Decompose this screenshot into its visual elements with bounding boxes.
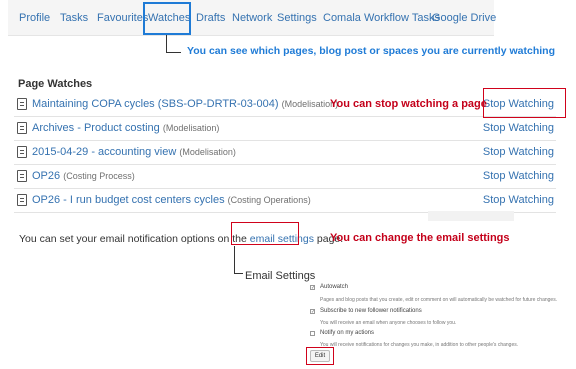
stop-watching-button[interactable]: Stop Watching [483, 194, 554, 206]
tab-profile[interactable]: Profile [19, 12, 50, 24]
email-connector-vertical [234, 246, 235, 273]
tab-tasks[interactable]: Tasks [60, 12, 88, 24]
profile-tab-strip: Profile Tasks Favourites Watches Drafts … [8, 0, 496, 36]
watch-page-link[interactable]: Maintaining COPA cycles (SBS-OP-DRTR-03-… [32, 98, 338, 110]
page-icon [17, 122, 27, 134]
watch-page-title: Archives - Product costing [32, 122, 160, 134]
watches-tab-highlight [143, 2, 191, 35]
watch-row: 2015-04-29 - accounting view (Modelisati… [14, 141, 556, 165]
option-description: You will receive an email when anyone ch… [320, 320, 457, 326]
page-icon [17, 194, 27, 206]
watch-page-space: (Modelisation) [162, 123, 220, 133]
watch-row: OP26 (Costing Process) Stop Watching [14, 165, 556, 189]
watch-page-link[interactable]: OP26 - I run budget cost centers cycles … [32, 194, 311, 206]
checkbox-unchecked-icon[interactable] [310, 331, 315, 336]
option-label: Subscribe to new follower notifications [320, 308, 422, 314]
annotation-connector-vertical [166, 35, 167, 53]
page-icon [17, 170, 27, 182]
stop-watching-button[interactable]: Stop Watching [483, 146, 554, 158]
watch-page-space: (Costing Process) [63, 171, 135, 181]
annotation-connector-horizontal [166, 52, 181, 53]
tab-network[interactable]: Network [232, 12, 272, 24]
option-label: Notify on my actions [320, 330, 375, 336]
watch-page-title: OP26 [32, 170, 61, 182]
watch-page-title: 2015-04-29 - accounting view [32, 146, 177, 158]
tab-google-drive[interactable]: Google Drive [432, 12, 496, 24]
tab-settings[interactable]: Settings [277, 12, 317, 24]
stop-watching-button[interactable]: Stop Watching [483, 170, 554, 182]
note-prefix: You can set your email notification opti… [19, 233, 250, 245]
scroll-placeholder-bar [428, 211, 514, 221]
tab-comala-workflow-tasks[interactable]: Comala Workflow Tasks [323, 12, 440, 24]
watch-page-link[interactable]: 2015-04-29 - accounting view (Modelisati… [32, 146, 236, 158]
option-description: You will receive notifications for chang… [320, 342, 519, 348]
checkbox-checked-icon[interactable]: ✓ [310, 285, 315, 291]
watch-page-title: OP26 - I run budget cost centers cycles [32, 194, 225, 206]
watch-row: Archives - Product costing (Modelisation… [14, 117, 556, 141]
page-icon [17, 146, 27, 158]
watch-page-link[interactable]: OP26 (Costing Process) [32, 170, 135, 182]
email-settings-link-highlight [231, 222, 299, 245]
watch-page-space: (Modelisation) [179, 147, 236, 157]
tab-favourites[interactable]: Favourites [97, 12, 148, 24]
watch-page-title: Maintaining COPA cycles (SBS-OP-DRTR-03-… [32, 98, 279, 110]
annotation-stop-watching: You can stop watching a page [330, 98, 487, 110]
email-settings-label: Email Settings [245, 270, 316, 282]
watch-row: OP26 - I run budget cost centers cycles … [14, 189, 556, 213]
stop-watching-highlight [483, 88, 566, 118]
watch-page-space: (Costing Operations) [227, 195, 311, 205]
option-label: Autowatch [320, 284, 349, 290]
page-icon [17, 98, 27, 110]
watch-page-link[interactable]: Archives - Product costing (Modelisation… [32, 122, 219, 134]
email-connector-horizontal [234, 273, 243, 274]
checkbox-checked-icon[interactable]: ✓ [310, 309, 315, 315]
tab-drafts[interactable]: Drafts [196, 12, 225, 24]
annotation-change-email: You can change the email settings [330, 232, 510, 244]
stop-watching-button[interactable]: Stop Watching [483, 122, 554, 134]
edit-button-highlight [306, 347, 334, 365]
annotation-watching-info: You can see which pages, blog post or sp… [187, 45, 555, 57]
option-description: Pages and blog posts that you create, ed… [320, 297, 558, 303]
page-watches-heading: Page Watches [18, 78, 93, 90]
